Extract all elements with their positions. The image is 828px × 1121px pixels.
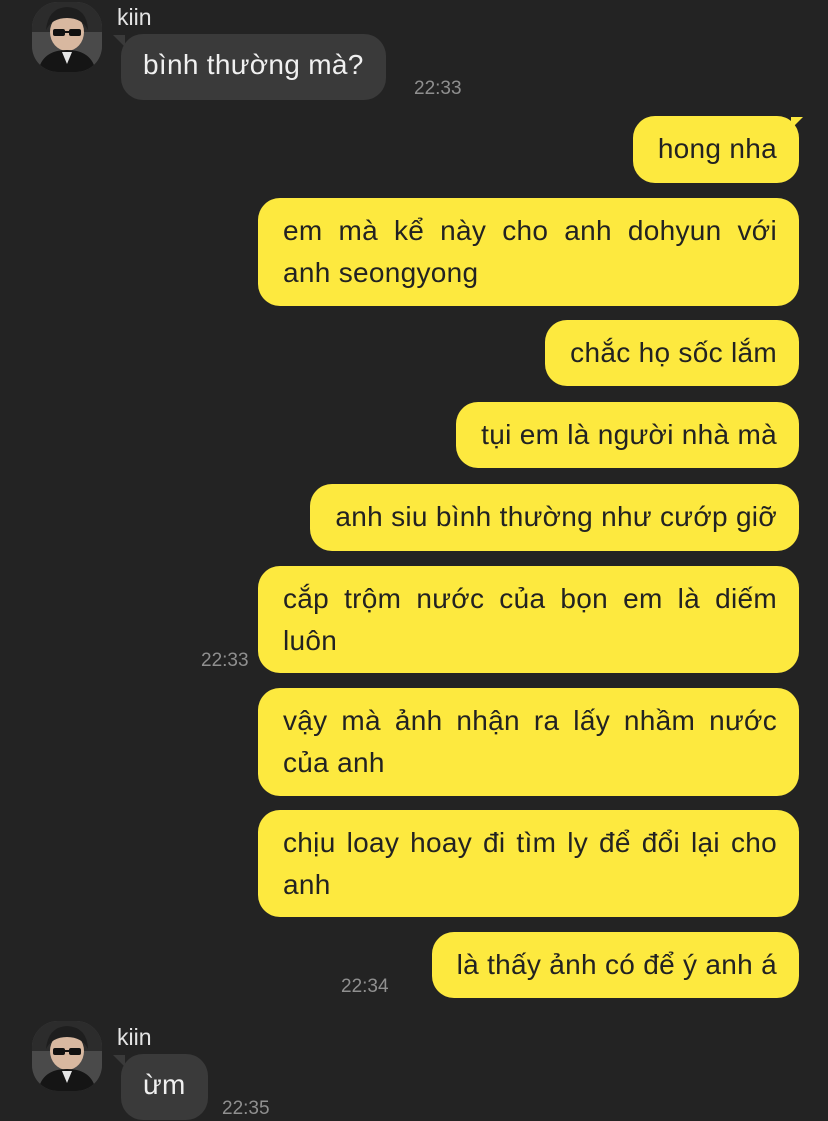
message-bubble-outgoing[interactable]: cắp trộm nước của bọn em là diếm luôn xyxy=(258,566,799,673)
message-bubble-outgoing[interactable]: hong nha xyxy=(632,116,799,183)
avatar[interactable] xyxy=(32,2,102,72)
message-bubble-outgoing[interactable]: là thấy ảnh có để ý anh á xyxy=(431,932,799,998)
profile-photo-icon xyxy=(32,1021,102,1091)
profile-photo-icon xyxy=(32,2,102,72)
message-timestamp: 22:33 xyxy=(414,78,462,99)
message-bubble-outgoing[interactable]: tụi em là người nhà mà xyxy=(456,402,799,468)
message-bubble-outgoing[interactable]: vậy mà ảnh nhận ra lấy nhầm nước của anh xyxy=(258,688,799,796)
message-bubble-outgoing[interactable]: em mà kể này cho anh dohyun với anh seon… xyxy=(258,198,799,306)
message-timestamp: 22:33 xyxy=(201,650,249,671)
sender-name: kiin xyxy=(117,4,152,30)
message-timestamp: 22:35 xyxy=(222,1098,270,1119)
message-bubble-incoming[interactable]: ừm xyxy=(121,1054,208,1120)
message-timestamp: 22:34 xyxy=(341,976,389,997)
message-bubble-incoming[interactable]: bình thường mà? xyxy=(121,34,386,100)
sender-name: kiin xyxy=(117,1024,152,1050)
message-bubble-outgoing[interactable]: chắc họ sốc lắm xyxy=(545,320,799,386)
message-bubble-outgoing[interactable]: chịu loay hoay đi tìm ly để đổi lại cho … xyxy=(258,810,799,917)
message-bubble-outgoing[interactable]: anh siu bình thường như cướp giỡ xyxy=(310,484,799,551)
avatar[interactable] xyxy=(32,1021,102,1091)
